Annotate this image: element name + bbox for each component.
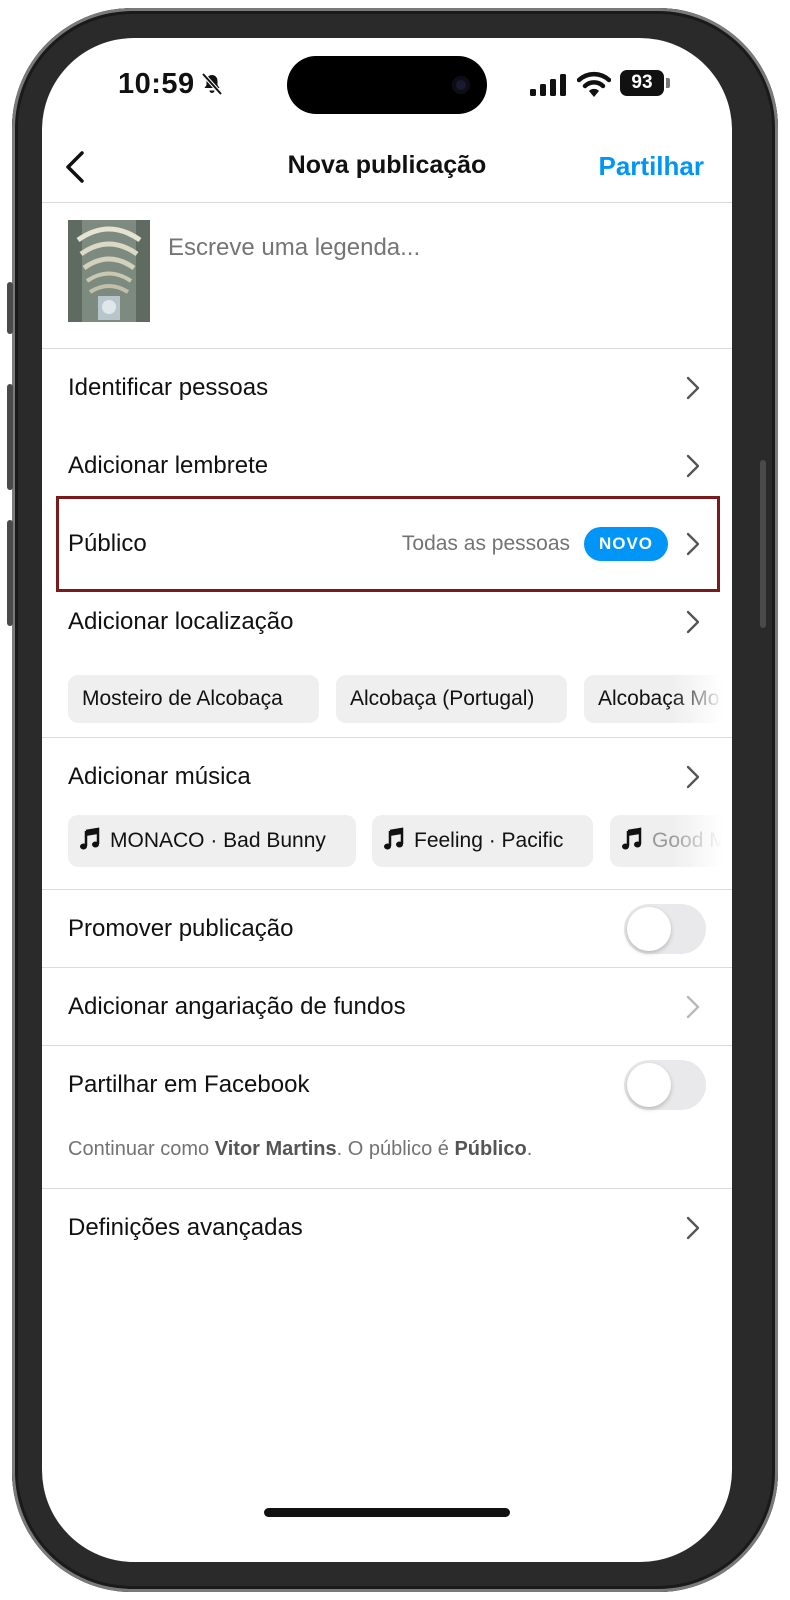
music-chip-label: MONACO · Bad Bunny bbox=[110, 829, 326, 852]
toggle-knob bbox=[627, 1063, 671, 1107]
advanced-settings-label: Definições avançadas bbox=[68, 1214, 303, 1241]
fundraiser-label: Adicionar angariação de fundos bbox=[68, 993, 406, 1020]
music-suggestions: MONACO · Bad Bunny Feeling · Pacific Goo… bbox=[68, 815, 732, 867]
tag-people-label: Identificar pessoas bbox=[68, 374, 269, 401]
toggle-knob bbox=[627, 907, 671, 951]
battery-tip bbox=[666, 78, 670, 88]
chevron-right-icon bbox=[686, 1216, 700, 1240]
share-facebook-label: Partilhar em Facebook bbox=[68, 1071, 310, 1098]
fundraiser-row[interactable]: Adicionar angariação de fundos bbox=[42, 968, 732, 1046]
status-time: 10:59 bbox=[118, 68, 195, 100]
location-chip[interactable]: Mosteiro de Alcobaça bbox=[68, 675, 319, 723]
cellular-signal-icon bbox=[530, 74, 566, 96]
promote-label: Promover publicação bbox=[68, 915, 294, 942]
note-suffix: . bbox=[526, 1138, 533, 1160]
music-note-icon bbox=[384, 827, 404, 850]
chevron-right-icon bbox=[686, 376, 700, 400]
share-button[interactable]: Partilhar bbox=[599, 151, 705, 182]
location-chip[interactable]: Alcobaça Mo bbox=[584, 675, 732, 723]
share-facebook-row: Partilhar em Facebook bbox=[42, 1046, 732, 1124]
home-indicator[interactable] bbox=[264, 1508, 510, 1517]
music-chip[interactable]: Good M bbox=[610, 815, 732, 867]
header-divider bbox=[42, 202, 732, 203]
camera-dot bbox=[452, 76, 470, 94]
bell-slash-icon bbox=[201, 72, 223, 96]
music-note-icon bbox=[622, 827, 642, 850]
add-music-row[interactable]: Adicionar música bbox=[42, 738, 732, 816]
add-music-label: Adicionar música bbox=[68, 763, 251, 790]
advanced-settings-row[interactable]: Definições avançadas bbox=[42, 1189, 732, 1267]
note-middle: . O público é bbox=[336, 1138, 455, 1160]
add-reminder-row[interactable]: Adicionar lembrete bbox=[42, 427, 732, 505]
power-button bbox=[760, 460, 766, 628]
chevron-right-icon bbox=[686, 765, 700, 789]
audience-highlight bbox=[56, 496, 720, 592]
screen: 10:59 93 Nova publicação Partilhar Escre… bbox=[42, 38, 732, 1562]
music-chip-label: Feeling · Pacific bbox=[414, 829, 564, 852]
note-user: Vitor Martins bbox=[214, 1138, 337, 1160]
promote-row: Promover publicação bbox=[42, 890, 732, 968]
music-chip[interactable]: Feeling · Pacific bbox=[372, 815, 593, 867]
facebook-account-note: Continuar como Vitor Martins. O público … bbox=[68, 1138, 532, 1161]
location-suggestions: Mosteiro de Alcobaça Alcobaça (Portugal)… bbox=[68, 675, 732, 723]
chevron-right-icon bbox=[686, 610, 700, 634]
music-chip-label: Good M bbox=[652, 829, 727, 852]
note-prefix: Continuar como bbox=[68, 1138, 215, 1160]
wifi-icon bbox=[577, 71, 611, 97]
battery-level: 93 bbox=[620, 70, 664, 96]
add-location-label: Adicionar localização bbox=[68, 608, 294, 635]
note-audience: Público bbox=[454, 1138, 527, 1160]
location-chip[interactable]: Alcobaça (Portugal) bbox=[336, 675, 567, 723]
add-reminder-label: Adicionar lembrete bbox=[68, 452, 269, 479]
volume-up-button bbox=[7, 384, 13, 490]
post-thumbnail[interactable] bbox=[68, 220, 150, 322]
music-note-icon bbox=[80, 827, 100, 850]
tag-people-row[interactable]: Identificar pessoas bbox=[42, 349, 732, 427]
action-button bbox=[7, 282, 13, 334]
chevron-right-icon bbox=[686, 454, 700, 478]
battery-indicator: 93 bbox=[620, 70, 670, 96]
facebook-toggle[interactable] bbox=[624, 1060, 706, 1110]
promote-toggle[interactable] bbox=[624, 904, 706, 954]
volume-down-button bbox=[7, 520, 13, 626]
caption-input[interactable] bbox=[168, 234, 688, 262]
music-chip[interactable]: MONACO · Bad Bunny bbox=[68, 815, 356, 867]
chevron-right-icon bbox=[686, 995, 700, 1019]
add-location-row[interactable]: Adicionar localização bbox=[42, 583, 732, 661]
